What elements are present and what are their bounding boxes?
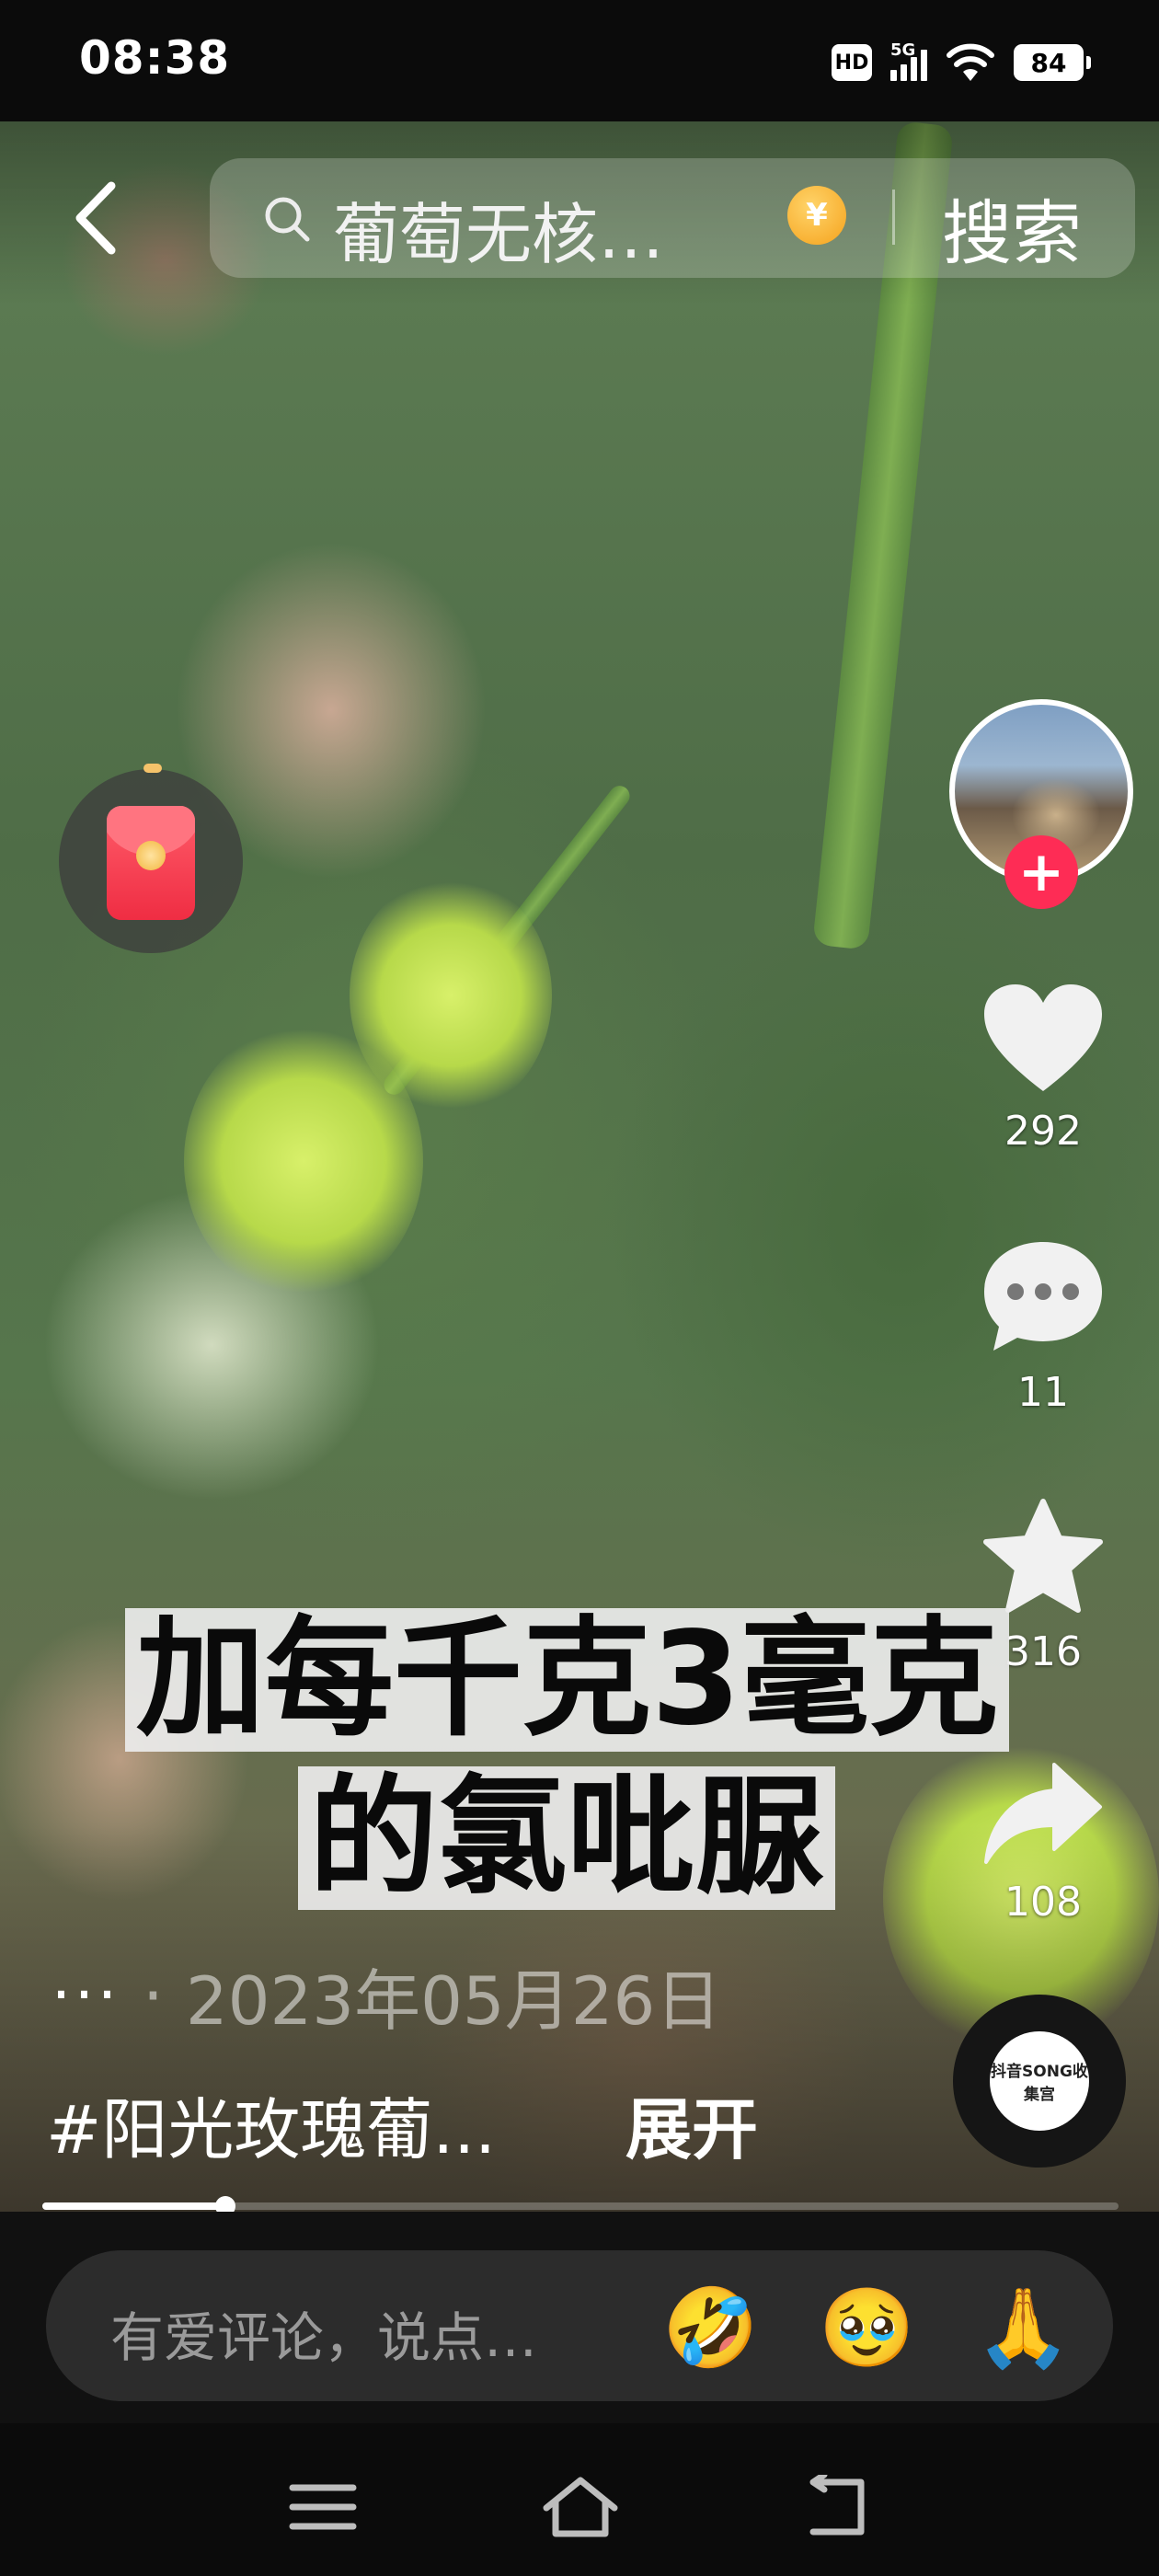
- status-time: 08:38: [79, 31, 231, 85]
- search-query[interactable]: 葡萄无核…: [333, 180, 664, 277]
- status-bar: 08:38 HD 5G 84: [0, 0, 1159, 121]
- hd-icon: HD: [832, 44, 872, 81]
- grape-flower-cluster: [184, 1023, 423, 1299]
- comment-icon[interactable]: [979, 1236, 1107, 1356]
- red-packet-button[interactable]: [59, 764, 243, 953]
- share-count: 108: [1004, 1879, 1082, 1926]
- video-progress-bar[interactable]: [42, 2196, 1119, 2216]
- music-disc-icon[interactable]: 抖音SONG收集宫: [953, 1995, 1126, 2168]
- more-dots-icon[interactable]: ···: [52, 1960, 120, 2030]
- coin-icon[interactable]: ¥: [787, 186, 846, 245]
- heart-icon[interactable]: [979, 979, 1107, 1098]
- menu-icon[interactable]: [281, 2475, 364, 2539]
- expand-button[interactable]: 展开: [625, 2076, 758, 2172]
- progress-fill: [42, 2202, 225, 2210]
- search-divider: [892, 190, 895, 245]
- search-icon: [265, 197, 310, 242]
- publish-date: 2023年05月26日: [185, 1962, 722, 2040]
- back-button[interactable]: [64, 177, 129, 259]
- battery-icon: 84: [1014, 44, 1091, 81]
- comment-count: 11: [1017, 1369, 1069, 1416]
- back-arrow-icon: [75, 181, 116, 255]
- emoji-rofl-button[interactable]: 🤣: [662, 2282, 759, 2374]
- emoji-pray-button[interactable]: 🙏: [975, 2282, 1072, 2374]
- like-count: 292: [1004, 1108, 1082, 1155]
- search-button[interactable]: 搜索: [942, 177, 1082, 278]
- signal-icon: 5G: [890, 40, 927, 81]
- follow-button[interactable]: +: [1004, 835, 1078, 909]
- star-icon[interactable]: [979, 1498, 1107, 1617]
- share-icon[interactable]: [979, 1755, 1107, 1875]
- red-envelope-icon: [107, 806, 195, 920]
- meta-separator: ·: [142, 1956, 164, 2034]
- wifi-icon: [947, 43, 994, 81]
- comment-placeholder: 有爱评论，说点…: [110, 2306, 538, 2369]
- video-caption-line-2: 的氯吡脲: [298, 1766, 836, 1910]
- back-icon[interactable]: [797, 2475, 879, 2539]
- music-label: 抖音SONG收集宫: [990, 2031, 1089, 2131]
- video-meta: ··· · 2023年05月26日: [52, 1947, 721, 2043]
- hashtag-link[interactable]: #阳光玫瑰葡...: [46, 2076, 496, 2172]
- status-icons: HD 5G 84: [832, 40, 1091, 85]
- red-packet-indicator: [143, 764, 162, 773]
- emoji-teary-button[interactable]: 🥹: [819, 2282, 915, 2374]
- home-icon[interactable]: [539, 2475, 622, 2539]
- video-caption-line-1: 加每千克3毫克: [125, 1608, 1010, 1752]
- network-type: 5G: [890, 40, 916, 60]
